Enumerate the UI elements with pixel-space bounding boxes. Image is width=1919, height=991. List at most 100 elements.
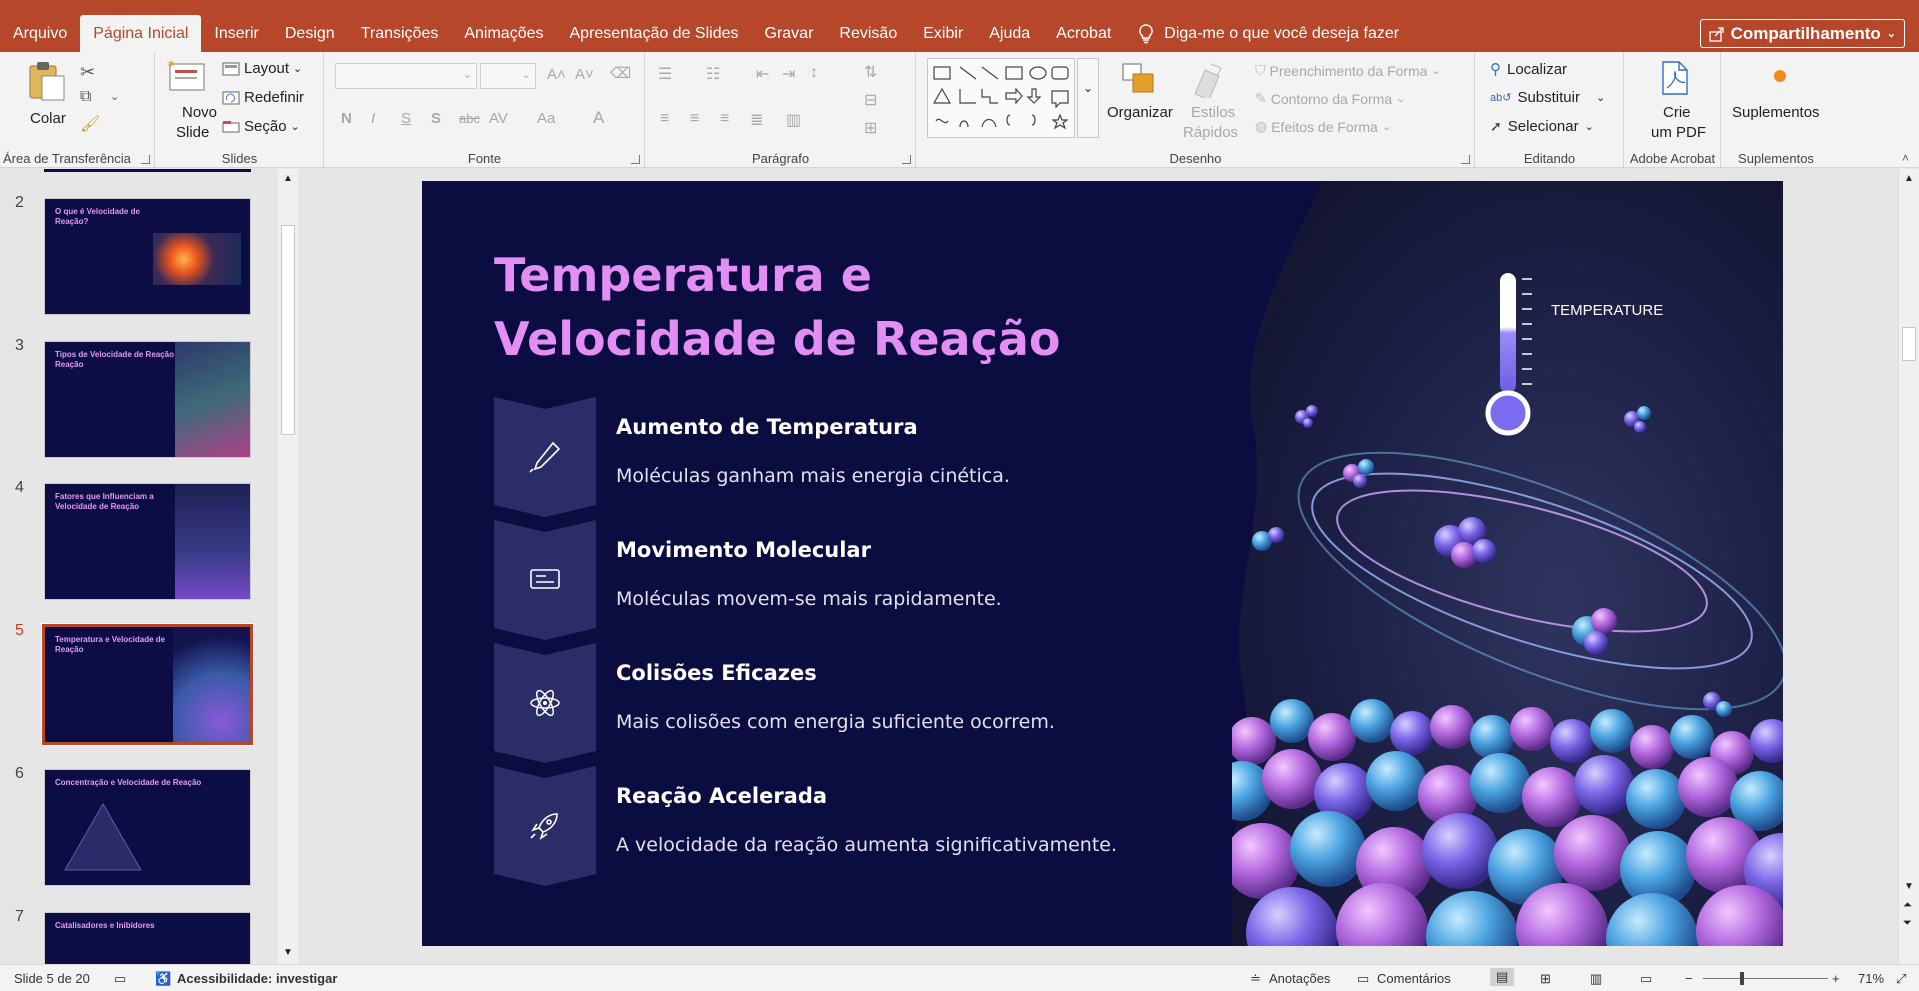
thumbnail-slide-5-selected[interactable]: Temperatura e Velocidade de Reação xyxy=(41,623,254,746)
tab-inserir[interactable]: Inserir xyxy=(201,15,271,52)
scroll-down-icon[interactable]: ▼ xyxy=(283,947,293,958)
justify-icon[interactable]: ≣ xyxy=(750,110,763,130)
underline-button[interactable]: S xyxy=(401,110,411,127)
section-button[interactable]: Seção ⌄ xyxy=(222,118,300,135)
zoom-in-icon[interactable]: + xyxy=(1832,971,1840,986)
tab-revisao[interactable]: Revisão xyxy=(826,15,910,52)
normal-view-icon[interactable]: ▤ xyxy=(1490,968,1515,986)
copy-icon[interactable]: ⧉ xyxy=(80,88,91,106)
numbering-icon[interactable]: ☷ xyxy=(706,64,720,84)
comments-button[interactable]: Comentários xyxy=(1377,971,1451,986)
char-spacing-button[interactable]: AV xyxy=(489,110,508,127)
addins-button[interactable]: Suplementos xyxy=(1732,60,1824,144)
chevron-down-icon[interactable]: ⌄ xyxy=(110,90,119,103)
slide-title[interactable]: Temperatura e Velocidade de Reação xyxy=(494,243,1134,371)
scroll-up-icon[interactable]: ▲ xyxy=(1904,173,1914,184)
tab-arquivo[interactable]: Arquivo xyxy=(0,15,80,52)
smartart-icon[interactable]: ⊞ xyxy=(864,118,877,138)
font-size-dropdown[interactable]: ⌄ xyxy=(480,63,536,89)
thumbnail-slide-7[interactable]: Catalisadores e Inibidores xyxy=(44,912,251,964)
clipboard-launcher-icon[interactable] xyxy=(141,155,150,164)
tab-pagina-inicial[interactable]: Página Inicial xyxy=(80,15,202,52)
format-painter-icon[interactable]: 🖌 xyxy=(80,114,100,134)
tab-transicoes[interactable]: Transições xyxy=(348,15,452,52)
new-slide-button[interactable]: ✶ Novo Slide xyxy=(166,58,224,144)
decrease-font-icon[interactable]: A˅ xyxy=(575,66,594,83)
thumbnail-1-edge[interactable] xyxy=(44,169,251,172)
accessibility-icon[interactable]: ♿ xyxy=(155,971,171,987)
shadow-button[interactable]: S xyxy=(431,110,441,127)
thumbnail-scrollbar[interactable]: ▲ ▼ xyxy=(278,169,298,964)
tab-acrobat[interactable]: Acrobat xyxy=(1043,15,1124,52)
reset-button[interactable]: Redefinir xyxy=(222,89,304,106)
accessibility-status[interactable]: Acessibilidade: investigar xyxy=(177,971,337,986)
shape-fill-button[interactable]: ⛉ Preenchimento da Forma ⌄ xyxy=(1255,62,1441,79)
decrease-indent-icon[interactable]: ⇤ xyxy=(756,64,769,84)
current-slide[interactable]: Temperatura e Velocidade de Reação Aumen… xyxy=(422,181,1783,946)
zoom-slider[interactable] xyxy=(1703,978,1828,979)
align-left-icon[interactable]: ≡ xyxy=(660,110,669,128)
item-colisoes-eficazes[interactable]: Colisões Eficazes Mais colisões com ener… xyxy=(494,643,1194,763)
tab-apresentacao[interactable]: Apresentação de Slides xyxy=(557,15,752,52)
collapse-ribbon-icon[interactable]: ˄ xyxy=(1902,151,1909,165)
thumbnail-slide-3[interactable]: Tipos de Velocidade de Reação Reação xyxy=(44,341,251,458)
change-case-button[interactable]: Aa xyxy=(537,110,555,127)
shape-outline-button[interactable]: ✎ Contorno da Forma ⌄ xyxy=(1255,90,1405,107)
align-text-icon[interactable]: ⊟ xyxy=(864,90,877,110)
align-center-icon[interactable]: ≡ xyxy=(690,110,699,128)
arrange-button[interactable]: Organizar xyxy=(1107,62,1177,142)
item-aumento-temperatura[interactable]: Aumento de Temperatura Moléculas ganham … xyxy=(494,397,1194,517)
replace-button[interactable]: ab↺ Substituir ⌄ xyxy=(1490,89,1605,106)
increase-font-icon[interactable]: A˄ xyxy=(547,66,566,83)
find-button[interactable]: ⚲ Localizar xyxy=(1490,60,1567,79)
thumbnail-slide-2[interactable]: O que é Velocidade de Reação? xyxy=(44,198,251,315)
font-launcher-icon[interactable] xyxy=(631,155,640,164)
share-button[interactable]: Compartilhamento ⌄ xyxy=(1699,19,1905,48)
italic-button[interactable]: I xyxy=(371,110,375,127)
create-pdf-button[interactable]: Crie um PDF xyxy=(1639,60,1709,144)
tab-animacoes[interactable]: Animações xyxy=(451,15,556,52)
fit-slide-icon[interactable]: ⤢ xyxy=(1896,971,1906,987)
clear-format-icon[interactable]: ⌫ xyxy=(610,64,631,82)
columns-icon[interactable]: ▥ xyxy=(786,110,801,130)
bullets-icon[interactable]: ☰ xyxy=(658,64,672,84)
previous-slide-icon[interactable]: ⏶ xyxy=(1903,899,1912,912)
drawing-launcher-icon[interactable] xyxy=(1461,155,1470,164)
tab-exibir[interactable]: Exibir xyxy=(910,15,976,52)
slide-sorter-icon[interactable]: ⊞ xyxy=(1540,971,1551,987)
layout-button[interactable]: Layout ⌄ xyxy=(222,60,302,77)
align-right-icon[interactable]: ≡ xyxy=(720,110,729,128)
line-spacing-icon[interactable]: ↕ xyxy=(810,64,818,82)
notes-button[interactable]: Anotações xyxy=(1269,971,1330,986)
strikethrough-button[interactable]: abc xyxy=(459,111,480,126)
increase-indent-icon[interactable]: ⇥ xyxy=(782,64,795,84)
bold-button[interactable]: N xyxy=(341,110,352,127)
tab-gravar[interactable]: Gravar xyxy=(752,15,827,52)
next-slide-icon[interactable]: ⏷ xyxy=(1903,917,1912,930)
shape-effects-button[interactable]: ◍ Efeitos de Forma ⌄ xyxy=(1255,118,1391,135)
cut-icon[interactable]: ✂ xyxy=(80,62,95,83)
item-movimento-molecular[interactable]: Movimento Molecular Moléculas movem-se m… xyxy=(494,520,1194,640)
paragraph-launcher-icon[interactable] xyxy=(902,155,911,164)
zoom-out-icon[interactable]: − xyxy=(1685,971,1693,986)
tab-design[interactable]: Design xyxy=(272,15,348,52)
comments-icon[interactable]: ▭ xyxy=(1357,971,1369,987)
font-name-dropdown[interactable]: ⌄ xyxy=(335,63,477,89)
select-button[interactable]: ➚ Selecionar ⌄ xyxy=(1490,118,1594,135)
shapes-gallery[interactable] xyxy=(927,58,1075,138)
scroll-up-icon[interactable]: ▲ xyxy=(283,173,293,184)
zoom-level[interactable]: 71% xyxy=(1858,971,1884,986)
slide-scrollbar[interactable]: ▲ ▼ ⏶ ⏷ xyxy=(1898,169,1919,964)
font-color-button[interactable]: A xyxy=(593,108,604,128)
slide-counter[interactable]: Slide 5 de 20 xyxy=(14,971,90,986)
item-reacao-acelerada[interactable]: Reação Acelerada A velocidade da reação … xyxy=(494,766,1194,886)
paste-button[interactable]: Colar xyxy=(26,60,70,130)
reading-view-icon[interactable]: ▥ xyxy=(1590,971,1602,987)
notes-icon[interactable]: ≐ xyxy=(1250,971,1261,987)
thumbnail-slide-4[interactable]: Fatores que Influenciam a Velocidade de … xyxy=(44,483,251,600)
tell-me-search[interactable]: Diga-me o que você deseja fazer xyxy=(1138,23,1399,44)
thumbnail-slide-6[interactable]: Concentração e Velocidade de Reação xyxy=(44,769,251,886)
zoom-slider-thumb[interactable] xyxy=(1740,972,1744,985)
tab-ajuda[interactable]: Ajuda xyxy=(976,15,1043,52)
scrollbar-thumb[interactable] xyxy=(1902,327,1916,361)
